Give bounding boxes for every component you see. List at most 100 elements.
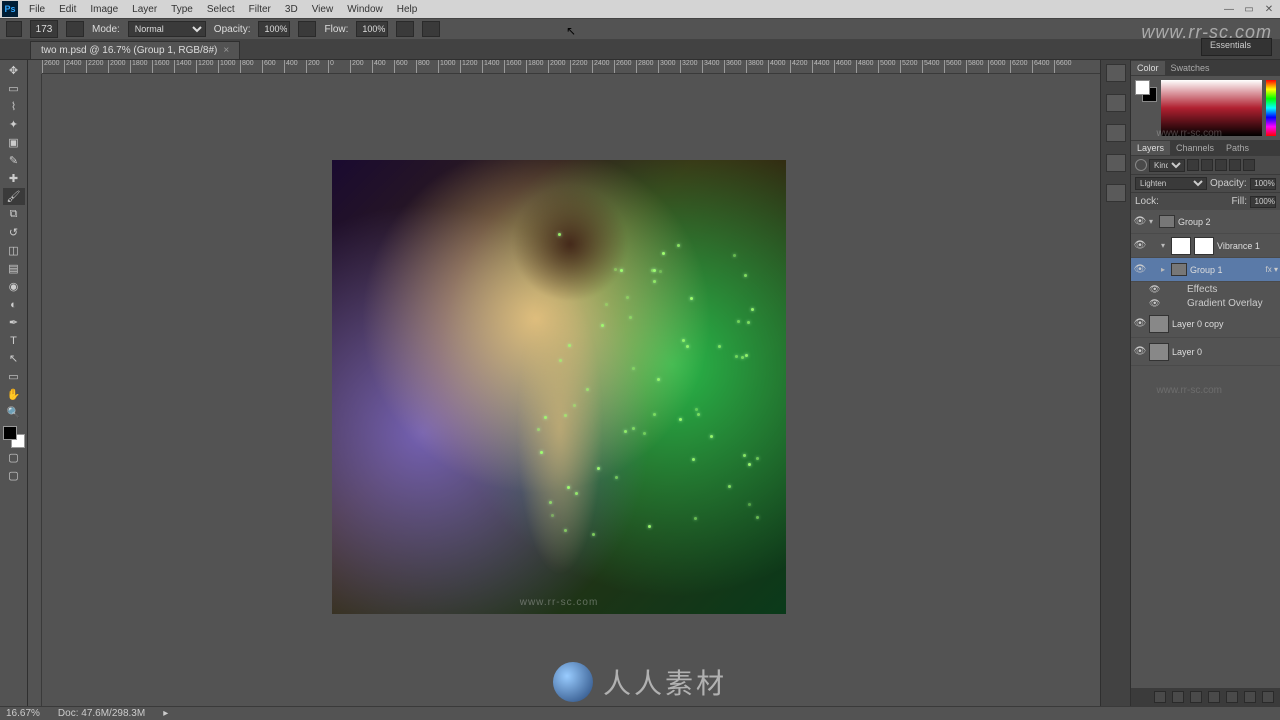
menu-filter[interactable]: Filter bbox=[242, 2, 278, 17]
layer-item[interactable]: 👁▾Group 2 bbox=[1131, 210, 1280, 234]
close-tab-icon[interactable]: × bbox=[223, 45, 229, 56]
visibility-toggle-icon[interactable]: 👁 bbox=[1149, 284, 1163, 295]
zoom-indicator[interactable]: 16.67% bbox=[6, 708, 40, 719]
menu-help[interactable]: Help bbox=[390, 2, 425, 17]
layer-filter-kind-select[interactable]: Kind bbox=[1149, 159, 1185, 172]
quick-mask-icon[interactable]: ▢ bbox=[3, 449, 25, 466]
blur-tool[interactable]: ◉ bbox=[3, 278, 25, 295]
filter-type-icon[interactable] bbox=[1215, 159, 1227, 171]
disclosure-icon[interactable]: ▾ bbox=[1161, 241, 1171, 250]
screen-mode-icon[interactable]: ▢ bbox=[3, 467, 25, 484]
menu-type[interactable]: Type bbox=[164, 2, 200, 17]
tab-color[interactable]: Color bbox=[1131, 61, 1165, 75]
brush-preset-picker[interactable]: 173 bbox=[30, 20, 58, 38]
blend-mode-select[interactable]: Normal bbox=[128, 21, 206, 37]
actions-panel-icon[interactable] bbox=[1106, 124, 1126, 142]
brush-tool[interactable]: 🖌 bbox=[3, 188, 25, 205]
eyedropper-tool[interactable]: ✎ bbox=[3, 152, 25, 169]
character-panel-icon[interactable] bbox=[1106, 154, 1126, 172]
layer-mask-icon[interactable] bbox=[1190, 691, 1202, 703]
layer-effects_header[interactable]: 👁Effects bbox=[1131, 282, 1280, 296]
doc-info[interactable]: Doc: 47.6M/298.3M bbox=[58, 708, 145, 719]
visibility-toggle-icon[interactable]: 👁 bbox=[1131, 346, 1149, 357]
dodge-tool[interactable]: ◐ bbox=[3, 296, 25, 313]
filter-adjust-icon[interactable] bbox=[1201, 159, 1213, 171]
filter-pixel-icon[interactable] bbox=[1187, 159, 1199, 171]
tab-paths[interactable]: Paths bbox=[1220, 141, 1255, 155]
fx-badge[interactable]: fx ▾ bbox=[1266, 265, 1278, 274]
tab-swatches[interactable]: Swatches bbox=[1165, 61, 1216, 75]
menu-edit[interactable]: Edit bbox=[52, 2, 83, 17]
color-swatches[interactable] bbox=[1135, 80, 1157, 102]
menu-select[interactable]: Select bbox=[200, 2, 242, 17]
layer-fill-input[interactable] bbox=[1250, 196, 1276, 208]
pressure-size-icon[interactable] bbox=[422, 21, 440, 37]
history-tool[interactable]: ↺ bbox=[3, 224, 25, 241]
document-canvas[interactable]: www.rr-sc.com bbox=[332, 160, 786, 614]
tab-channels[interactable]: Channels bbox=[1170, 141, 1220, 155]
airbrush-icon[interactable] bbox=[396, 21, 414, 37]
document-tab[interactable]: two m.psd @ 16.7% (Group 1, RGB/8#) × bbox=[30, 41, 240, 59]
hand-tool[interactable]: ✋ bbox=[3, 386, 25, 403]
layer-item[interactable]: 👁▾Vibrance 1 bbox=[1131, 234, 1280, 258]
wand-tool[interactable]: ✦ bbox=[3, 116, 25, 133]
stamp-tool[interactable]: ⧉ bbox=[3, 206, 25, 223]
layer-item[interactable]: 👁▸Group 1fx ▾ bbox=[1131, 258, 1280, 282]
menu-layer[interactable]: Layer bbox=[125, 2, 164, 17]
properties-panel-icon[interactable] bbox=[1106, 94, 1126, 112]
brush-panel-toggle-icon[interactable] bbox=[66, 21, 84, 37]
hue-slider[interactable] bbox=[1266, 80, 1276, 136]
tab-layers[interactable]: Layers bbox=[1131, 141, 1170, 155]
layer-opacity-input[interactable] bbox=[1250, 178, 1276, 190]
shape-tool[interactable]: ▭ bbox=[3, 368, 25, 385]
layer-item[interactable]: 👁Layer 0 copy bbox=[1131, 310, 1280, 338]
paragraph-panel-icon[interactable] bbox=[1106, 184, 1126, 202]
menu-window[interactable]: Window bbox=[340, 2, 390, 17]
visibility-toggle-icon[interactable]: 👁 bbox=[1131, 240, 1149, 251]
heal-tool[interactable]: ✚ bbox=[3, 170, 25, 187]
type-tool[interactable]: T bbox=[3, 332, 25, 349]
filter-smart-icon[interactable] bbox=[1243, 159, 1255, 171]
link-layers-icon[interactable] bbox=[1154, 691, 1166, 703]
crop-tool[interactable]: ▣ bbox=[3, 134, 25, 151]
close-button[interactable]: ✕ bbox=[1260, 4, 1278, 15]
menu-view[interactable]: View bbox=[305, 2, 341, 17]
disclosure-icon[interactable]: ▸ bbox=[1161, 265, 1171, 274]
visibility-toggle-icon[interactable]: 👁 bbox=[1131, 264, 1149, 275]
layer-style-icon[interactable] bbox=[1172, 691, 1184, 703]
gradient-tool[interactable]: ▤ bbox=[3, 260, 25, 277]
opacity-input[interactable] bbox=[258, 21, 290, 37]
history-panel-icon[interactable] bbox=[1106, 64, 1126, 82]
menu-3d[interactable]: 3D bbox=[278, 2, 305, 17]
layer-item[interactable]: 👁Layer 0 bbox=[1131, 338, 1280, 366]
new-group-icon[interactable] bbox=[1226, 691, 1238, 703]
foreground-color-swatch[interactable] bbox=[1135, 80, 1150, 95]
search-icon[interactable] bbox=[1135, 159, 1147, 171]
zoom-tool[interactable]: 🔍 bbox=[3, 404, 25, 421]
delete-layer-icon[interactable] bbox=[1262, 691, 1274, 703]
visibility-toggle-icon[interactable]: 👁 bbox=[1131, 318, 1149, 329]
path-tool[interactable]: ↖ bbox=[3, 350, 25, 367]
minimize-button[interactable]: — bbox=[1220, 4, 1238, 15]
filter-shape-icon[interactable] bbox=[1229, 159, 1241, 171]
visibility-toggle-icon[interactable]: 👁 bbox=[1149, 298, 1163, 309]
move-tool[interactable]: ✥ bbox=[3, 62, 25, 79]
menu-image[interactable]: Image bbox=[83, 2, 125, 17]
canvas-area[interactable]: 2600240022002000180016001400120010008006… bbox=[28, 60, 1100, 706]
marquee-tool[interactable]: ▭ bbox=[3, 80, 25, 97]
layer-blend-mode-select[interactable]: Lighten bbox=[1135, 177, 1207, 190]
fg-swatch[interactable] bbox=[3, 426, 17, 440]
toolbox-color-swatches[interactable] bbox=[3, 426, 25, 448]
maximize-button[interactable]: ▭ bbox=[1240, 4, 1258, 15]
layer-effect[interactable]: 👁Gradient Overlay bbox=[1131, 296, 1280, 310]
eraser-tool[interactable]: ◫ bbox=[3, 242, 25, 259]
disclosure-icon[interactable]: ▾ bbox=[1149, 217, 1159, 226]
pressure-opacity-icon[interactable] bbox=[298, 21, 316, 37]
current-tool-icon[interactable] bbox=[6, 21, 22, 37]
menu-file[interactable]: File bbox=[22, 2, 52, 17]
new-adjustment-icon[interactable] bbox=[1208, 691, 1220, 703]
lasso-tool[interactable]: ⌇ bbox=[3, 98, 25, 115]
flow-input[interactable] bbox=[356, 21, 388, 37]
new-layer-icon[interactable] bbox=[1244, 691, 1256, 703]
status-arrow-icon[interactable]: ▸ bbox=[163, 708, 168, 719]
